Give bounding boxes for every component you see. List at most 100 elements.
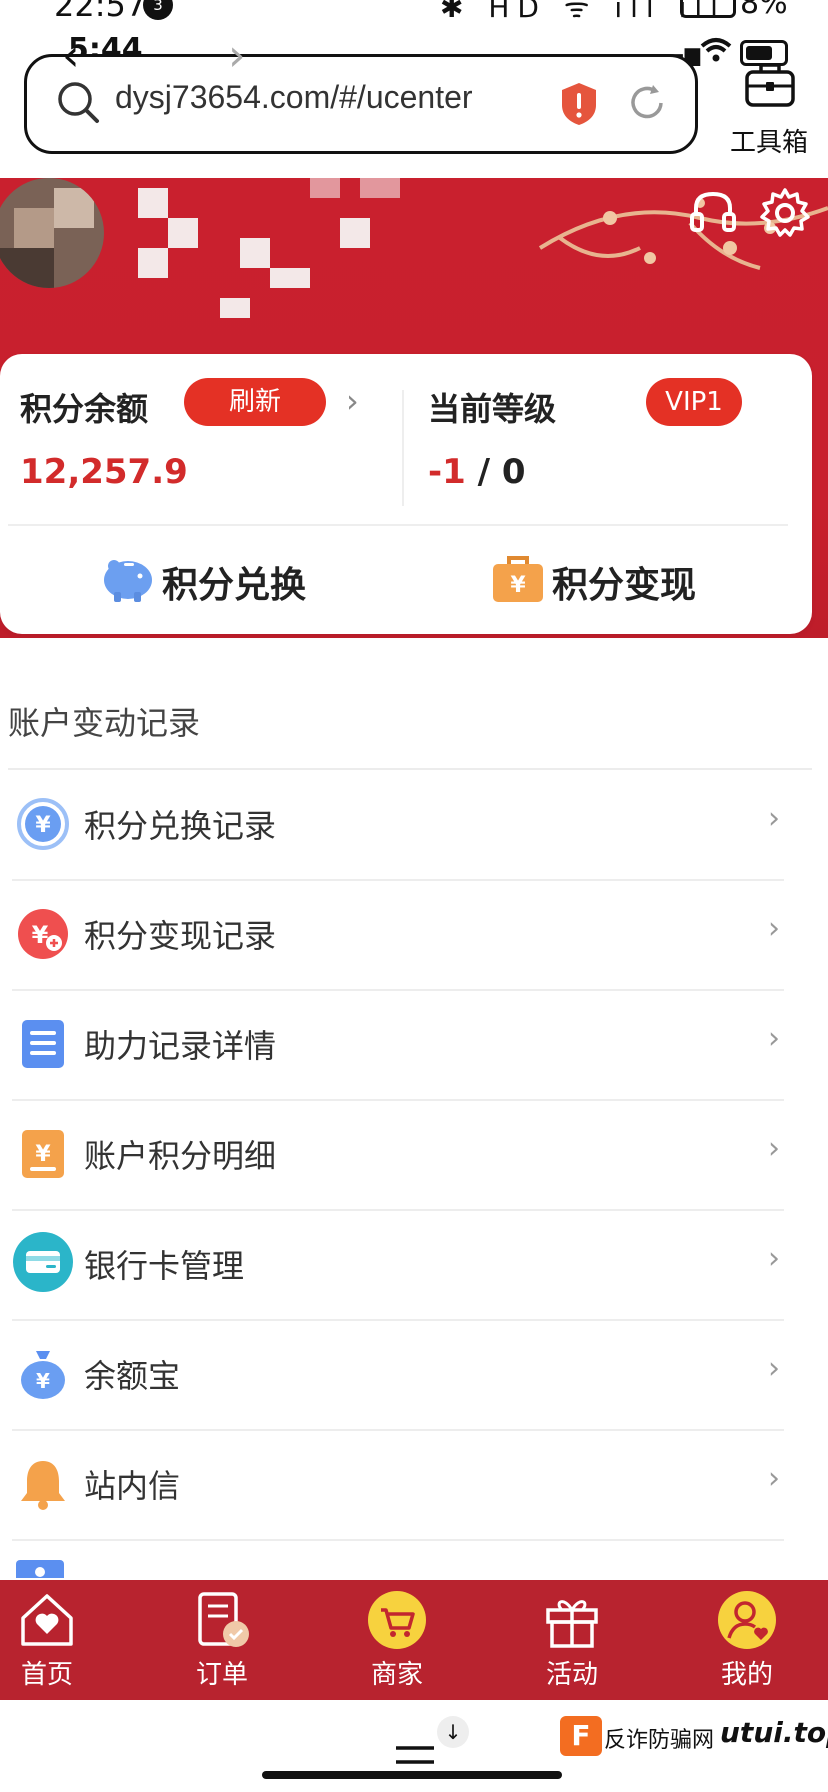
home-indicator [262, 1771, 562, 1779]
record-label: 积分兑换记录 [84, 807, 277, 845]
svg-text:¥: ¥ [36, 1369, 50, 1393]
yen-doc-icon: ¥ [22, 1130, 64, 1178]
tab-activities[interactable]: 活动 [489, 1580, 655, 1700]
tab-mine[interactable]: 我的 [664, 1580, 828, 1700]
tab-label: 订单 [195, 1660, 248, 1690]
chevron-right-icon[interactable]: › [346, 382, 359, 420]
watermark-logo: F [560, 1716, 602, 1756]
points-exchange-label: 积分兑换 [162, 565, 307, 606]
contact-icon [16, 1560, 64, 1578]
mosaic-block [138, 248, 168, 278]
points-cashout-label: 积分变现 [552, 565, 697, 606]
divider [12, 1539, 784, 1541]
record-assist-details[interactable]: 助力记录详情 › [0, 991, 812, 1101]
yen-circle-icon: ¥ [17, 798, 69, 850]
divider [402, 390, 404, 506]
address-bar[interactable]: dysj73654.com/#/ucenter [24, 54, 698, 154]
points-card: 积分余额 刷新 › 12,257.9 当前等级 VIP1 -1 / 0 积分兑换… [0, 354, 812, 634]
customer-service-icon[interactable] [686, 186, 740, 240]
security-warning-icon[interactable] [559, 81, 599, 127]
points-cashout-button[interactable]: ¥ 积分变现 [490, 550, 730, 610]
home-heart-icon [21, 1594, 73, 1646]
tab-orders[interactable]: 订单 [139, 1580, 305, 1700]
piggy-bank-icon [104, 560, 152, 602]
tab-label: 我的 [720, 1660, 773, 1690]
toolbox-icon[interactable] [744, 60, 796, 108]
record-label: 站内信 [84, 1467, 181, 1505]
back-arrow-icon[interactable]: ‹ [62, 30, 80, 81]
money-bag-icon: ¥ [21, 1351, 65, 1399]
points-exchange-button[interactable]: 积分兑换 [100, 550, 340, 610]
record-points-cashout[interactable]: ¥ 积分变现记录 › [0, 881, 812, 991]
battery-fill [746, 46, 772, 60]
document-icon [22, 1020, 64, 1068]
chevron-right-icon: › [768, 911, 780, 946]
refresh-button[interactable]: 刷新 [184, 378, 326, 426]
level-current: -1 [428, 452, 466, 492]
record-label: 银行卡管理 [84, 1247, 245, 1285]
record-site-messages[interactable]: 站内信 › [0, 1431, 812, 1541]
watermark-site: utui.top [720, 1716, 828, 1749]
mosaic-block [138, 188, 168, 218]
tab-label: 首页 [20, 1660, 73, 1690]
tab-home[interactable]: 首页 [0, 1580, 130, 1700]
mosaic-block [360, 178, 400, 198]
wifi-icon [700, 38, 732, 62]
outer-battery-icon [680, 0, 736, 18]
outer-time: 22:57 [54, 0, 147, 24]
reload-icon[interactable] [625, 81, 669, 125]
app-tab-bar: 首页 订单 商家 活动 我的 [0, 1580, 828, 1700]
record-balance-treasure[interactable]: ¥ 余额宝 › [0, 1321, 812, 1431]
level-next: 0 [501, 452, 526, 492]
record-points-detail[interactable]: ¥ 账户积分明细 › [0, 1101, 812, 1211]
svg-text:¥: ¥ [32, 921, 49, 949]
bank-card-icon [13, 1232, 73, 1292]
chevron-right-icon: › [768, 1131, 780, 1166]
outer-battery-level: 8% [740, 0, 788, 21]
record-label: 助力记录详情 [84, 1027, 277, 1065]
divider [8, 524, 788, 526]
order-icon [198, 1592, 249, 1647]
tab-merchants[interactable]: 商家 [314, 1580, 480, 1700]
record-label: 积分变现记录 [84, 917, 277, 955]
level-separator: / [465, 452, 502, 492]
profile-icon [718, 1591, 776, 1649]
chevron-right-icon: › [768, 1351, 780, 1386]
bell-icon [21, 1461, 65, 1510]
level-progress: -1 / 0 [428, 452, 526, 492]
svg-text:¥: ¥ [510, 573, 526, 598]
vip-badge: VIP1 [646, 378, 742, 426]
forward-arrow-icon[interactable]: › [228, 30, 246, 81]
divider [8, 768, 812, 770]
mosaic-block [340, 218, 370, 248]
balance-label: 积分余额 [20, 390, 149, 428]
svg-text:¥: ¥ [35, 813, 51, 838]
outer-status-bar: 22:57 3 ✱ HD ᯤ ıll ıll 8% [0, 0, 828, 32]
svg-text:¥: ¥ [35, 1142, 51, 1167]
tab-label: 活动 [545, 1660, 598, 1690]
mosaic-block [240, 238, 270, 268]
balance-value: 12,257.9 [20, 452, 188, 492]
yen-arrow-icon: ¥ [18, 909, 68, 959]
url-text[interactable]: dysj73654.com/#/ucenter [115, 79, 473, 116]
mosaic-block [310, 178, 340, 198]
record-bank-card[interactable]: 银行卡管理 › [0, 1211, 812, 1321]
download-icon[interactable]: ↓ [437, 1716, 469, 1748]
settings-gear-icon[interactable] [758, 186, 812, 240]
level-label: 当前等级 [428, 390, 557, 428]
mosaic-block [270, 268, 310, 288]
toolbox-label[interactable]: 工具箱 [730, 122, 808, 159]
gift-icon [546, 1600, 598, 1648]
watermark-text: 反诈防骗网 [604, 1728, 715, 1753]
chevron-right-icon: › [768, 1461, 780, 1496]
mosaic-block [220, 298, 250, 318]
record-label: 账户积分明细 [84, 1137, 277, 1175]
chevron-right-icon: › [768, 1241, 780, 1276]
search-icon [58, 82, 99, 123]
tab-label: 商家 [370, 1660, 423, 1690]
chevron-right-icon: › [768, 801, 780, 836]
mosaic-block [168, 218, 198, 248]
yen-briefcase-icon: ¥ [493, 556, 543, 602]
record-points-exchange[interactable]: ¥ 积分兑换记录 › [0, 771, 812, 881]
chevron-right-icon: › [768, 1021, 780, 1056]
